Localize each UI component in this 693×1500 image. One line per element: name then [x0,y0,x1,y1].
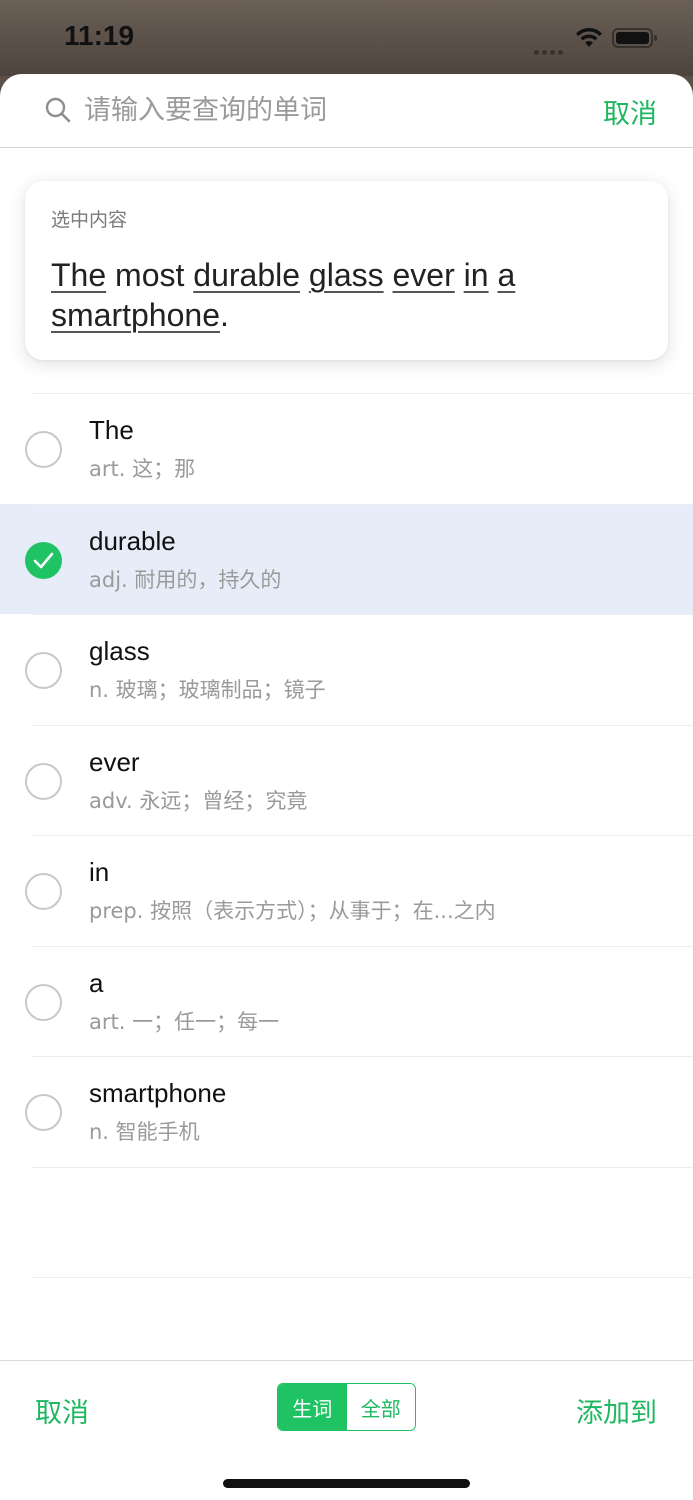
add-to-button[interactable]: 添加到 [576,1391,657,1430]
word-row[interactable]: smartphone n. 智能手机 [0,1056,693,1167]
sentence-token[interactable]: ever [393,257,455,293]
selected-content-label: 选中内容 [51,209,128,231]
select-checkbox[interactable] [25,541,62,579]
word-meaning: n. 智能手机 [89,1120,200,1144]
word-term: glass [89,636,150,666]
sentence-token [300,257,309,293]
word-row[interactable]: glass n. 玻璃；玻璃制品；镜子 [0,614,693,725]
select-checkbox[interactable] [25,983,62,1021]
word-term: smartphone [89,1078,227,1108]
word-meaning: art. 一；任一；每一 [89,1009,280,1034]
search-icon [44,96,72,124]
wifi-icon [574,25,604,49]
word-filter-segmented-control: 生词 全部 [277,1383,416,1431]
list-end-divider [32,1277,693,1278]
select-checkbox[interactable] [25,1094,62,1131]
word-row[interactable]: The art. 这；那 [0,393,693,504]
sentence-token[interactable]: The [51,257,106,293]
status-time: 11:19 [64,20,135,51]
select-checkbox[interactable] [25,652,62,689]
word-term: in [89,857,110,887]
cellular-signal-icon [534,40,566,55]
row-divider [32,835,693,836]
word-row[interactable]: in prep. 按照（表示方式）；从事于；在...之内 [0,835,693,946]
sentence-token[interactable]: glass [309,257,384,293]
word-term: ever [89,746,140,777]
sentence-token [384,257,393,293]
list-end-divider [32,1166,693,1168]
word-list: The art. 这；那 durable adj. 耐用的，持久的 glass … [0,393,693,1278]
search-input[interactable] [84,88,564,132]
row-divider [32,503,693,505]
word-row[interactable]: a art. 一；任一；每一 [0,945,693,1057]
word-term: a [89,967,104,998]
segment-all[interactable]: 全部 [346,1384,415,1430]
word-term: durable [89,525,176,556]
sentence-token: most [106,257,194,293]
word-picker-sheet: 取消 选中内容 The most durable glass ever in a… [0,74,693,1500]
word-row[interactable]: ever adv. 永远；曾经；究竟 [0,724,693,836]
word-meaning: adj. 耐用的，持久的 [89,567,282,592]
sentence-token[interactable]: durable [193,257,300,293]
sentence-token: . [219,297,229,333]
word-meaning: adv. 永远；曾经；究竟 [89,788,308,813]
selected-sentence: The most durable glass ever in a smartph… [51,255,651,335]
select-checkbox[interactable] [25,431,62,468]
selected-content-card: 选中内容 The most durable glass ever in a sm… [25,181,668,360]
sentence-token[interactable]: a [497,257,515,293]
segment-new-words[interactable]: 生词 [278,1384,347,1430]
select-checkbox[interactable] [25,873,62,910]
word-meaning: art. 这；那 [89,457,196,481]
row-divider [32,945,693,947]
word-meaning: n. 玻璃；玻璃制品；镜子 [89,678,326,702]
search-cancel-button[interactable]: 取消 [603,92,657,131]
row-divider [32,1056,693,1057]
word-row[interactable]: durable adj. 耐用的，持久的 [0,503,693,614]
word-meaning: prep. 按照（表示方式）；从事于；在...之内 [89,899,496,923]
word-term: The [89,415,134,445]
sentence-token[interactable]: in [464,257,489,293]
battery-icon [612,27,658,49]
sentence-token[interactable]: smartphone [51,297,220,333]
row-divider [32,724,693,726]
status-bar: 11:19 [0,0,693,76]
search-bar: 取消 [0,74,693,148]
checkmark-icon [33,552,54,568]
row-divider [32,393,693,394]
select-checkbox[interactable] [25,762,62,800]
cancel-button[interactable]: 取消 [35,1391,89,1430]
home-indicator [223,1479,470,1488]
bottom-action-bar: 取消 生词 全部 添加到 [0,1360,693,1500]
sentence-token [455,257,464,293]
row-divider [32,614,693,615]
